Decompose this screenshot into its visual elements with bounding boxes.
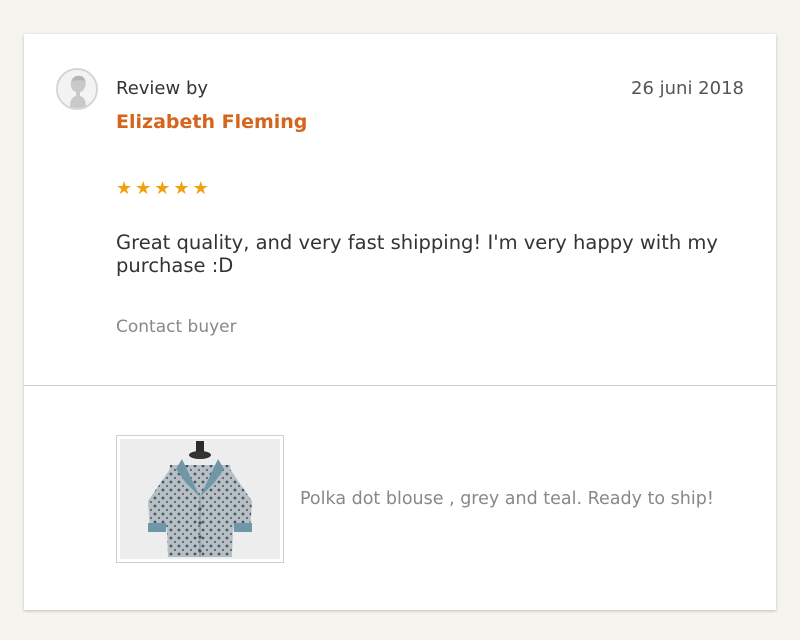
- reviewer-avatar[interactable]: [56, 68, 98, 110]
- product-thumbnail[interactable]: [116, 435, 284, 563]
- star-icon: ★: [135, 178, 152, 199]
- star-icon: ★: [154, 178, 171, 199]
- avatar-silhouette-icon: [58, 70, 96, 108]
- star-icon: ★: [116, 178, 133, 199]
- contact-buyer-link[interactable]: Contact buyer: [116, 317, 237, 337]
- divider: [24, 385, 776, 386]
- reviewer-name-link[interactable]: Elizabeth Fleming: [116, 111, 307, 133]
- review-by-label: Review by: [116, 78, 209, 99]
- review-card: Review by 26 juni 2018 Elizabeth Fleming…: [24, 34, 776, 610]
- review-text: Great quality, and very fast shipping! I…: [116, 231, 718, 277]
- blouse-image: [120, 439, 280, 559]
- star-rating: ★ ★ ★ ★ ★: [116, 180, 209, 198]
- review-date: 26 juni 2018: [631, 78, 744, 99]
- star-icon: ★: [173, 178, 190, 199]
- product-title-link[interactable]: Polka dot blouse , grey and teal. Ready …: [300, 489, 714, 509]
- star-icon: ★: [192, 178, 209, 199]
- product-image: [120, 439, 280, 559]
